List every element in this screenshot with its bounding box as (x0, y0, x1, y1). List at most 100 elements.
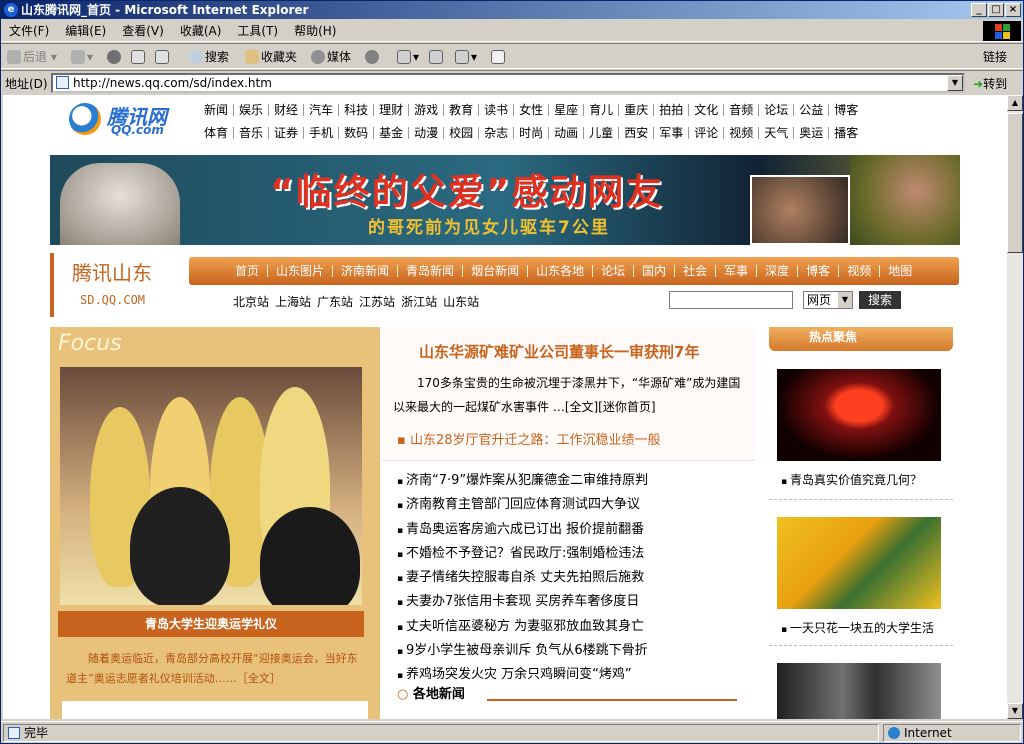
scroll-down-button[interactable]: ▼ (1007, 703, 1023, 719)
links-button[interactable]: 链接 (983, 48, 1007, 66)
minimize-button[interactable]: _ (971, 3, 987, 17)
nav-link[interactable]: 杂志 (479, 127, 515, 139)
channel-link[interactable]: 山东图片 (268, 265, 334, 277)
channel-link[interactable]: 山东各地 (528, 265, 594, 277)
channel-link[interactable]: 济南新闻 (333, 265, 399, 277)
site-search-input[interactable] (669, 291, 793, 309)
station-link[interactable]: 广东站 (317, 295, 353, 309)
menu-tools[interactable]: 工具(T) (229, 20, 286, 42)
nav-link[interactable]: 动漫 (409, 127, 445, 139)
nav-link[interactable]: 游戏 (409, 104, 445, 116)
media-button[interactable]: 媒体 (311, 48, 351, 66)
hot-image-tower[interactable] (777, 369, 941, 461)
nav-link[interactable]: 儿童 (584, 127, 620, 139)
nav-link[interactable]: 奥运 (794, 127, 830, 139)
stop-button[interactable] (107, 48, 123, 66)
station-link[interactable]: 上海站 (275, 295, 311, 309)
back-button[interactable]: 后退 ▾ (7, 48, 57, 66)
nav-link[interactable]: 财经 (269, 104, 305, 116)
nav-link[interactable]: 教育 (444, 104, 480, 116)
nav-link[interactable]: 视频 (724, 127, 760, 139)
go-button[interactable]: ➜转到 (973, 75, 1007, 92)
list-item[interactable]: 青岛奥运客房逾六成已订出 报价提前翻番 (397, 518, 648, 542)
qq-logo[interactable]: 腾讯网 QQ.com (67, 99, 187, 137)
channel-link[interactable]: 博客 (798, 265, 840, 277)
channel-link[interactable]: 地图 (880, 265, 920, 277)
nav-link[interactable]: 音乐 (234, 127, 270, 139)
favorites-button[interactable]: 收藏夹 (245, 48, 297, 66)
station-link[interactable]: 江苏站 (359, 295, 395, 309)
menu-edit[interactable]: 编辑(E) (57, 20, 114, 42)
tencent-shandong-brand[interactable]: 腾讯山东 SD.QQ.COM (50, 253, 186, 317)
list-item[interactable]: 夫妻办7张信用卡套现 买房养车奢侈度日 (397, 590, 648, 614)
search-button[interactable]: 搜索 (189, 48, 229, 66)
nav-link[interactable]: 手机 (304, 127, 340, 139)
history-button[interactable] (365, 48, 381, 66)
nav-link[interactable]: 拍拍 (654, 104, 690, 116)
nav-link[interactable]: 时尚 (514, 127, 550, 139)
nav-link[interactable]: 证券 (269, 127, 305, 139)
nav-link[interactable]: 星座 (549, 104, 585, 116)
channel-link[interactable]: 社会 (675, 265, 717, 277)
hot-image-student[interactable] (777, 517, 941, 609)
nav-link[interactable]: 数码 (339, 127, 375, 139)
forward-button[interactable]: ▾ (71, 48, 93, 66)
nav-link[interactable]: 娱乐 (234, 104, 270, 116)
maximize-button[interactable]: □ (988, 3, 1004, 17)
scroll-up-button[interactable]: ▲ (1007, 95, 1023, 111)
nav-link[interactable]: 播客 (829, 127, 863, 139)
lead-subheadline[interactable]: ▪ 山东28岁厅官升迁之路：工作沉稳业绩一般 (397, 429, 661, 448)
channel-link[interactable]: 青岛新闻 (398, 265, 464, 277)
list-item[interactable]: 济南“7·9”爆炸案从犯廉德金二审维持原判 (397, 469, 648, 493)
edit-button[interactable]: ▾ (455, 48, 477, 66)
nav-link[interactable]: 评论 (689, 127, 725, 139)
lead-headline[interactable]: 山东华源矿难矿业公司董事长一审获刑7年 (419, 341, 699, 362)
nav-link[interactable]: 文化 (689, 104, 725, 116)
site-search-button[interactable]: 搜索 (859, 291, 901, 309)
refresh-button[interactable] (131, 48, 147, 66)
nav-link[interactable]: 理财 (374, 104, 410, 116)
menu-help[interactable]: 帮助(H) (286, 20, 344, 42)
mail-button[interactable]: ▾ (397, 48, 419, 66)
nav-link[interactable]: 科技 (339, 104, 375, 116)
nav-link[interactable]: 读书 (479, 104, 515, 116)
close-button[interactable]: × (1005, 3, 1021, 17)
nav-link[interactable]: 公益 (794, 104, 830, 116)
nav-link[interactable]: 体育 (199, 127, 235, 139)
nav-link[interactable]: 博客 (829, 104, 863, 116)
menu-file[interactable]: 文件(F) (1, 20, 57, 42)
list-item[interactable]: 不婚检不予登记？省民政厅:强制婚检违法 (397, 542, 648, 566)
channel-link[interactable]: 军事 (716, 265, 758, 277)
address-input[interactable]: http://news.qq.com/sd/index.htm ▼ (51, 73, 965, 93)
nav-link[interactable]: 重庆 (619, 104, 655, 116)
focus-caption[interactable]: 青岛大学生迎奥运学礼仪 (58, 611, 364, 637)
channel-link[interactable]: 首页 (227, 265, 269, 277)
home-button[interactable] (155, 48, 171, 66)
channel-link[interactable]: 烟台新闻 (463, 265, 529, 277)
station-link[interactable]: 北京站 (233, 295, 269, 309)
nav-link[interactable]: 新闻 (199, 104, 235, 116)
nav-link[interactable]: 论坛 (759, 104, 795, 116)
nav-link[interactable]: 西安 (619, 127, 655, 139)
list-item[interactable]: 丈夫听信巫婆秘方 为妻驱邪放血致其身亡 (397, 615, 648, 639)
hot-image-fists[interactable] (777, 663, 941, 719)
nav-link[interactable]: 音频 (724, 104, 760, 116)
list-item[interactable]: 妻子情绪失控服毒自杀 丈夫先拍照后施救 (397, 566, 648, 590)
address-dropdown-button[interactable]: ▼ (947, 75, 963, 91)
nav-link[interactable]: 基金 (374, 127, 410, 139)
hot-caption[interactable]: 青岛真实价值究竟几何？ (781, 471, 922, 488)
nav-link[interactable]: 军事 (654, 127, 690, 139)
print-button[interactable] (429, 48, 445, 66)
menu-favorites[interactable]: 收藏(A) (172, 20, 230, 42)
nav-link[interactable]: 动画 (549, 127, 585, 139)
ad-banner[interactable]: “临终的父爱”感动网友 的哥死前为见女儿驱车7公里 (50, 155, 960, 245)
vertical-scrollbar[interactable]: ▲ ▼ (1007, 95, 1023, 719)
nav-link[interactable]: 校园 (444, 127, 480, 139)
nav-link[interactable]: 育儿 (584, 104, 620, 116)
discuss-button[interactable] (491, 48, 507, 66)
channel-link[interactable]: 深度 (757, 265, 799, 277)
list-item[interactable]: 济南教育主管部门回应体育测试四大争议 (397, 493, 648, 517)
search-type-select[interactable]: 网页 ▼ (803, 291, 853, 309)
station-link[interactable]: 山东站 (443, 295, 479, 309)
channel-link[interactable]: 论坛 (593, 265, 635, 277)
